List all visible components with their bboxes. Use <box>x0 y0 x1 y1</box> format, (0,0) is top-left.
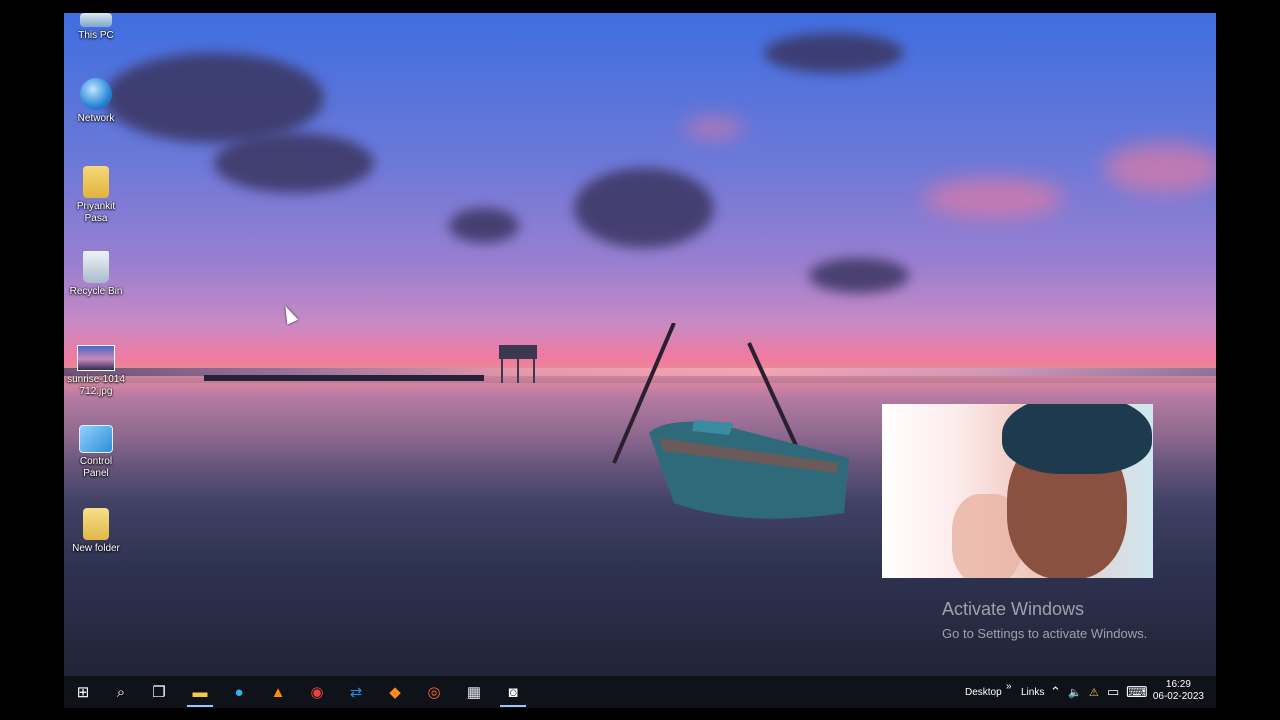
folder-icon <box>83 508 109 540</box>
activate-windows-watermark: Activate Windows Go to Settings to activ… <box>942 599 1147 641</box>
desktop-icon-user-folder[interactable]: Priyankit Pasa <box>64 166 128 225</box>
image-file-icon <box>77 345 115 371</box>
sky-cloud <box>104 53 324 143</box>
desktop-toolbar-label: Desktop <box>965 686 1002 698</box>
desktop-icon-label: This PC <box>78 30 114 41</box>
search-button[interactable]: ⌕ <box>102 676 140 708</box>
task-view-button[interactable]: ❐ <box>140 676 178 708</box>
boat-illustration <box>612 323 849 519</box>
touch-keyboard-button[interactable]: ⌨ <box>1126 676 1148 708</box>
camera-icon: ◙ <box>508 683 518 701</box>
links-toolbar-label: Links <box>1021 686 1045 698</box>
webcam-hair <box>1002 404 1152 474</box>
activate-subtitle: Go to Settings to activate Windows. <box>942 626 1148 641</box>
sky-pink-cloud <box>684 118 744 138</box>
clapperboard-icon: ▦ <box>466 684 482 701</box>
search-icon: ⌕ <box>116 683 126 701</box>
sky-cloud <box>214 133 374 193</box>
desktop-icon-network[interactable]: Network <box>64 78 128 125</box>
chrome-button[interactable]: ◉ <box>298 676 336 708</box>
network-icon <box>80 78 112 110</box>
teamviewer-icon: ⇄ <box>349 684 363 701</box>
file-explorer-button[interactable]: ▬ <box>181 676 219 708</box>
stilt-hut-illustration <box>499 345 537 383</box>
desktop-icon-recycle-bin[interactable]: Recycle Bin <box>64 251 128 298</box>
desktop-icon-label: Network <box>77 113 115 124</box>
desktop-icon-label: Recycle Bin <box>69 286 123 297</box>
control-panel-icon <box>79 425 113 453</box>
start-button[interactable]: ⊞ <box>64 676 102 708</box>
network-status-button[interactable]: ⚠ <box>1089 676 1099 708</box>
toolbar-overflow-chevron[interactable]: » <box>1006 670 1012 702</box>
firefox-icon: ◎ <box>427 684 441 701</box>
file-explorer-icon: ▬ <box>192 683 208 701</box>
desktop-icon-label: New folder <box>72 543 120 554</box>
recycle-bin-icon <box>83 251 109 283</box>
sky-cloud <box>574 168 714 248</box>
windows-logo-icon: ⊞ <box>76 684 90 701</box>
desktop-icon-label: Control Panel <box>79 456 113 479</box>
sky-cloud <box>809 258 909 293</box>
desktop-toolbar[interactable]: Desktop <box>965 676 1002 708</box>
desktop-icon-label: sunrise-1014 712.jpg <box>67 374 125 397</box>
camera-button[interactable]: ◙ <box>494 676 532 708</box>
teamviewer-button[interactable]: ⇄ <box>337 676 375 708</box>
desktop-icon-new-folder[interactable]: New folder <box>64 508 128 555</box>
video-editor-button[interactable]: ▦ <box>455 676 493 708</box>
clock-time: 16:29 <box>1165 679 1191 690</box>
firefox-button[interactable]: ◎ <box>415 676 453 708</box>
activate-title: Activate Windows <box>942 599 1085 619</box>
vlc-button[interactable]: ▲ <box>259 676 297 708</box>
edge-icon: ● <box>234 683 244 701</box>
sky-pink-cloud <box>1104 143 1216 193</box>
webcam-overlay <box>882 404 1153 578</box>
desktop-icon-control-panel[interactable]: Control Panel <box>64 425 128 480</box>
volume-button[interactable]: 🔈 <box>1068 676 1082 708</box>
volume-icon: 🔈 <box>1068 686 1082 699</box>
chevron-up-icon: ⌃ <box>1050 684 1061 699</box>
this-pc-icon <box>80 13 112 27</box>
message-icon: ▭ <box>1107 684 1120 699</box>
task-view-icon: ❐ <box>152 684 166 701</box>
keyboard-icon: ⌨ <box>1126 684 1148 701</box>
clock[interactable]: 16:29 06-02-2023 <box>1153 679 1204 703</box>
edge-button[interactable]: ● <box>220 676 258 708</box>
desktop-screen: This PC Network Priyankit Pasa Recycle B… <box>64 13 1216 676</box>
notifications-button[interactable]: ▭ <box>1107 676 1119 708</box>
sky-cloud <box>764 33 904 73</box>
chevron-double-right-icon: » <box>1006 680 1012 692</box>
sky-cloud <box>449 208 519 243</box>
show-hidden-icons-button[interactable]: ⌃ <box>1050 676 1061 708</box>
desktop-icon-this-pc[interactable]: This PC <box>64 13 128 42</box>
distant-shore <box>204 375 484 381</box>
orange-app-icon: ◆ <box>389 684 401 701</box>
mouse-cursor <box>279 303 299 325</box>
links-toolbar[interactable]: Links <box>1021 676 1044 708</box>
app-orange-button[interactable]: ◆ <box>376 676 414 708</box>
clock-date: 06-02-2023 <box>1152 691 1204 702</box>
sky-pink-cloud <box>924 178 1064 218</box>
desktop-icon-sunrise-image[interactable]: sunrise-1014 712.jpg <box>64 345 128 398</box>
user-folder-icon <box>83 166 109 198</box>
chrome-icon: ◉ <box>310 684 324 701</box>
network-warning-icon: ⚠ <box>1089 686 1099 699</box>
desktop-icon-label: Priyankit Pasa <box>76 201 116 224</box>
taskbar: ⊞ ⌕ ❐ ▬ ● ▲ ◉ ⇄ ◆ ◎ ▦ ◙ Desktop » Links … <box>64 676 1216 708</box>
vlc-icon: ▲ <box>270 683 286 701</box>
